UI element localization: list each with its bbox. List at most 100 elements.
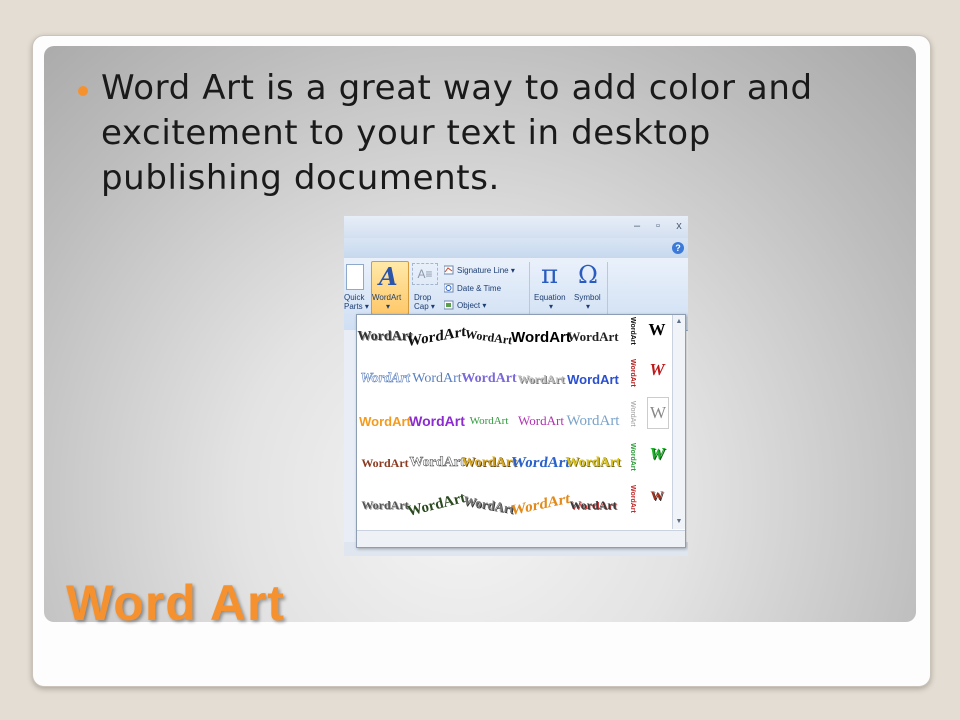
- date-time-icon: [444, 283, 454, 293]
- wordart-sample: WordArt: [469, 415, 509, 427]
- wordart-style[interactable]: WordArt: [565, 443, 621, 483]
- wordart-sample: WordArt: [566, 412, 620, 429]
- wordart-vertical-sample: WordArt: [629, 485, 636, 513]
- drop-cap-label[interactable]: Drop: [414, 293, 431, 302]
- wordart-dropdown-arrow[interactable]: ▾: [386, 302, 390, 311]
- wordart-sample: WordArt: [360, 371, 410, 387]
- wordart-sample: WordArt: [510, 454, 572, 471]
- wordart-style[interactable]: WordArt: [463, 401, 515, 441]
- signature-line-label[interactable]: Signature Line ▾: [457, 266, 515, 275]
- wordart-style[interactable]: WordArt: [566, 401, 620, 441]
- gallery-scrollbar[interactable]: ▲ ▼: [672, 315, 685, 529]
- wordart-style[interactable]: WordArt: [461, 443, 517, 483]
- ribbon-screenshot: – ▫ x ? Quick Parts ▾ A WordArt ▾ A≡ Dro…: [344, 216, 688, 556]
- wordart-sample: WordArt: [565, 455, 621, 470]
- wordart-sample: WordArt: [464, 326, 514, 347]
- wordart-style[interactable]: WordArt: [357, 317, 413, 357]
- drop-cap-label-2[interactable]: Cap ▾: [414, 302, 435, 311]
- slide-title: Word Art: [66, 575, 286, 631]
- wordart-vertical-style[interactable]: WordArt: [628, 443, 642, 483]
- minimize-icon[interactable]: –: [630, 219, 644, 233]
- bullet-dot: [78, 86, 88, 96]
- wordart-sample: WordArt: [518, 413, 564, 428]
- wordart-sample: WordArt: [407, 323, 467, 350]
- wordart-w-style[interactable]: W: [645, 315, 669, 345]
- wordart-style[interactable]: WordArt: [461, 359, 517, 399]
- wordart-sample: WordArt: [359, 413, 411, 429]
- scroll-up-icon[interactable]: ▲: [673, 317, 685, 327]
- wordart-style[interactable]: WordArt: [510, 443, 571, 483]
- wordart-style[interactable]: WordArt: [567, 485, 619, 525]
- gallery-footer: [357, 530, 685, 547]
- wordart-style[interactable]: WordArt: [359, 485, 411, 525]
- wordart-vertical-sample: WordArt: [629, 401, 636, 427]
- wordart-sample: WordArt: [567, 329, 619, 344]
- symbol-dropdown-arrow[interactable]: ▾: [586, 302, 590, 311]
- wordart-style[interactable]: WordArt: [511, 317, 571, 357]
- wordart-vertical-style[interactable]: WordArt: [628, 485, 642, 525]
- wordart-vertical-sample: WordArt: [629, 359, 636, 387]
- wordart-sample: WordArt: [461, 371, 517, 386]
- wordart-sample: WordArt: [569, 497, 617, 512]
- window-titlebar: – ▫ x: [344, 216, 688, 238]
- symbol-label[interactable]: Symbol: [574, 293, 601, 302]
- wordart-label[interactable]: WordArt: [372, 293, 401, 302]
- quick-parts-label[interactable]: Quick: [344, 293, 364, 302]
- wordart-style[interactable]: WordArt: [462, 485, 516, 525]
- wordart-sample: WordArt: [511, 490, 571, 519]
- wordart-style[interactable]: WordArt: [359, 401, 411, 441]
- wordart-style[interactable]: WordArt: [511, 485, 570, 525]
- equation-icon: π: [541, 260, 559, 290]
- quick-parts-icon[interactable]: [346, 264, 364, 290]
- wordart-sample: WordArt: [462, 492, 516, 517]
- wordart-style[interactable]: WordArt: [409, 443, 465, 483]
- wordart-sample: WordArt: [361, 497, 409, 512]
- close-icon[interactable]: x: [672, 219, 686, 233]
- wordart-vertical-sample: WordArt: [629, 317, 636, 345]
- object-icon: [444, 300, 454, 310]
- date-time-label[interactable]: Date & Time: [457, 284, 501, 293]
- wordart-sample: WordArt: [517, 371, 565, 386]
- restore-icon[interactable]: ▫: [651, 219, 665, 233]
- wordart-style[interactable]: WordArt: [359, 443, 411, 483]
- wordart-w-style[interactable]: W: [647, 397, 669, 429]
- wordart-style[interactable]: WordArt: [463, 317, 515, 357]
- wordart-sample: WordArt: [409, 413, 465, 429]
- wordart-style[interactable]: WordArt: [567, 359, 619, 399]
- drop-cap-icon: A≡: [412, 263, 438, 285]
- wordart-sample: WordArt: [357, 329, 413, 344]
- wordart-style[interactable]: WordArt: [515, 401, 567, 441]
- wordart-sample: WordArt: [511, 328, 571, 346]
- wordart-sample: WordArt: [461, 455, 517, 470]
- scroll-down-icon[interactable]: ▼: [673, 517, 685, 527]
- signature-line-icon: [444, 265, 454, 275]
- object-label[interactable]: Object ▾: [457, 301, 486, 310]
- wordart-style[interactable]: WordArt: [515, 359, 567, 399]
- wordart-style[interactable]: WordArt: [359, 359, 411, 399]
- wordart-w-style[interactable]: W: [645, 439, 669, 469]
- wordart-style[interactable]: WordArt: [406, 485, 467, 525]
- quick-parts-label-2[interactable]: Parts ▾: [344, 302, 369, 311]
- wordart-vertical-style[interactable]: WordArt: [628, 401, 642, 441]
- wordart-style[interactable]: WordArt: [409, 401, 465, 441]
- equation-dropdown-arrow[interactable]: ▾: [549, 302, 553, 311]
- symbol-icon: Ω: [578, 261, 598, 289]
- wordart-icon: A: [379, 262, 398, 291]
- wordart-vertical-style[interactable]: WordArt: [628, 317, 642, 357]
- wordart-w-style[interactable]: W: [645, 481, 669, 511]
- wordart-gallery: WordArt WordArt WordArt WordArt WordArt …: [356, 314, 686, 548]
- wordart-style[interactable]: WordArt: [407, 317, 466, 357]
- bullet-text: Word Art is a great way to add color and…: [101, 68, 813, 198]
- wordart-w-style[interactable]: W: [645, 355, 669, 385]
- help-icon[interactable]: ?: [672, 242, 684, 254]
- wordart-sample: WordArt: [406, 489, 468, 520]
- wordart-sample: WordArt: [567, 371, 619, 387]
- wordart-sample: WordArt: [409, 455, 465, 471]
- equation-label[interactable]: Equation: [534, 293, 566, 302]
- wordart-vertical-sample: WordArt: [629, 443, 636, 471]
- ribbon-tab-bar: ?: [344, 238, 688, 258]
- wordart-vertical-style[interactable]: WordArt: [628, 359, 642, 399]
- wordart-sample: WordArt: [361, 455, 409, 470]
- wordart-style[interactable]: WordArt: [567, 317, 619, 357]
- wordart-style[interactable]: WordArt: [411, 359, 463, 399]
